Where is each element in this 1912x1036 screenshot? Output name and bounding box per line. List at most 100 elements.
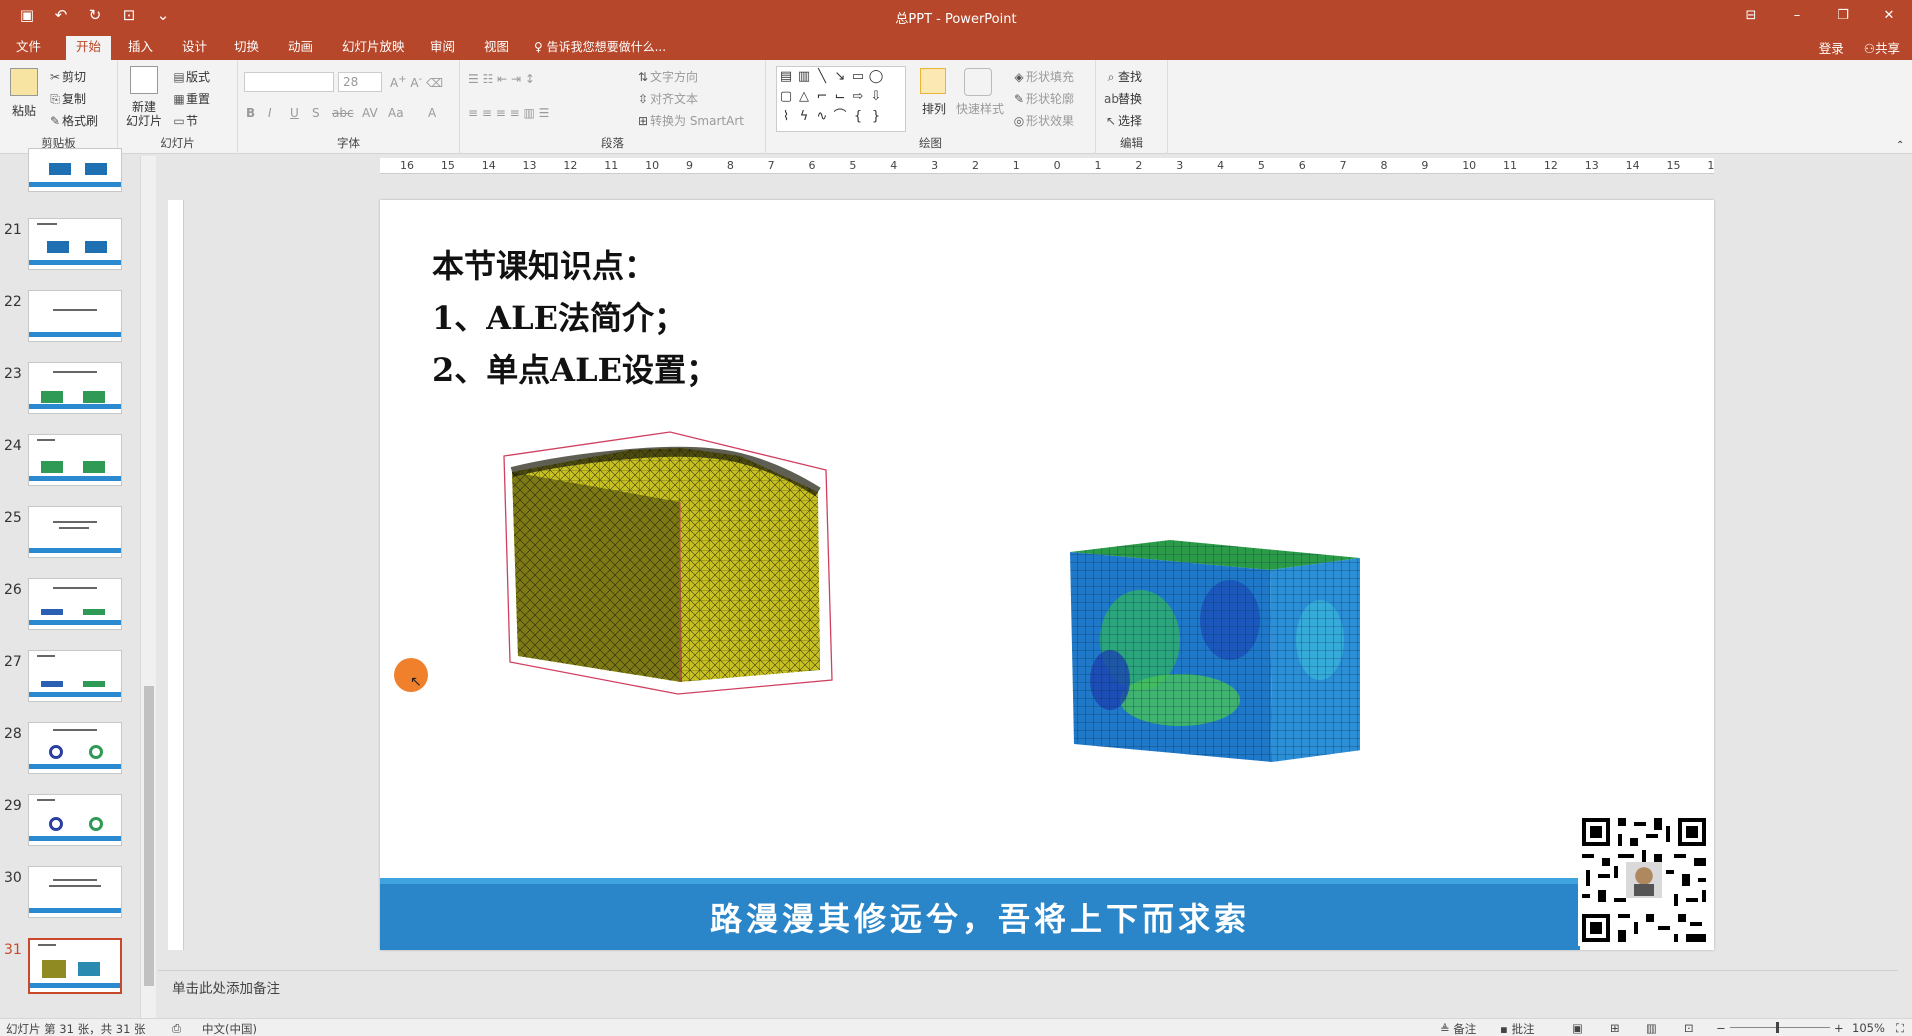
slide-text-box[interactable]: 本节课知识点： 1、ALE法简介； 2、单点ALE设置； xyxy=(432,240,718,396)
slide-canvas[interactable]: 本节课知识点： 1、ALE法简介； 2、单点ALE设置； 路漫漫其修远兮，吾将上… xyxy=(380,200,1714,950)
italic-icon[interactable]: I xyxy=(268,106,272,120)
tab-review[interactable]: 审阅 xyxy=(420,36,465,60)
shapes-gallery[interactable]: ▤ ▥ ╲ ↘ ▭ ◯ ▢ △ ⌐ ⌙ ⇨ ⇩ ⌇ ϟ ∿ ⌒{} xyxy=(776,66,906,132)
thumbnail-slide-30[interactable]: 30 xyxy=(0,866,132,926)
thumbnail-slide-29[interactable]: 29 xyxy=(0,794,132,854)
format-painter-button[interactable]: ✎ 格式刷 xyxy=(48,112,98,129)
slideshow-view-icon[interactable]: ⊡ xyxy=(1684,1021,1694,1035)
align-icons[interactable]: ≡ ≡ ≡ ≡ ▥ ☰ xyxy=(468,106,549,120)
close-icon[interactable]: ✕ xyxy=(1866,0,1912,32)
connector-shape-icon[interactable]: ⌐ xyxy=(813,87,831,107)
reset-button[interactable]: ▦重置 xyxy=(172,90,210,107)
strikethrough-icon[interactable]: abc xyxy=(332,106,354,120)
underline-icon[interactable]: U xyxy=(290,106,299,120)
elbow-shape-icon[interactable]: ⌙ xyxy=(831,87,849,107)
down-arrow-shape-icon[interactable]: ⇩ xyxy=(867,87,885,107)
notes-placeholder[interactable]: 单击此处添加备注 xyxy=(172,977,280,997)
zoom-out-icon[interactable]: − xyxy=(1716,1021,1726,1035)
thumbnail-slide-25[interactable]: 25 xyxy=(0,506,132,566)
comments-toggle-button[interactable]: ▪ 批注 xyxy=(1500,1021,1534,1036)
thumbnail-slide-24[interactable]: 24 xyxy=(0,434,132,494)
rect-shape-icon[interactable]: ▭ xyxy=(849,67,867,87)
thumbnails-scrollbar[interactable] xyxy=(140,156,156,1018)
text-direction-button[interactable]: ⇅ 文字方向 xyxy=(636,68,698,85)
paste-button[interactable]: 粘贴 xyxy=(12,102,36,119)
arc-shape-icon[interactable]: ⌒ xyxy=(831,107,849,127)
shape-fill-button[interactable]: ◈ 形状填充 xyxy=(1012,68,1074,85)
align-text-button[interactable]: ⇳ 对齐文本 xyxy=(636,90,698,107)
arrow-shape-icon[interactable]: ↘ xyxy=(831,67,849,87)
single-point-ale-mesh-image[interactable] xyxy=(1070,530,1360,770)
copy-button[interactable]: ⎘ 复制 xyxy=(48,90,86,107)
ribbon-display-options-icon[interactable]: ⊟ xyxy=(1728,0,1774,32)
minimize-icon[interactable]: – xyxy=(1774,0,1820,32)
quick-styles-icon[interactable] xyxy=(964,68,992,96)
slide-sorter-icon[interactable]: ⊞ xyxy=(1610,1021,1620,1035)
lightning-shape-icon[interactable]: ϟ xyxy=(795,107,813,127)
tab-transitions[interactable]: 切换 xyxy=(224,36,269,60)
char-spacing-icon[interactable]: AV xyxy=(362,106,378,120)
oval-shape-icon[interactable]: ◯ xyxy=(867,67,885,87)
language-indicator[interactable]: 中文(中国) xyxy=(202,1021,257,1036)
right-arrow-shape-icon[interactable]: ⇨ xyxy=(849,87,867,107)
arrange-icon[interactable] xyxy=(920,68,946,94)
shadow-icon[interactable]: S xyxy=(312,106,320,120)
font-color-icon[interactable]: A xyxy=(428,106,436,120)
tab-file[interactable]: 文件 xyxy=(6,36,51,60)
freeform-shape-icon[interactable]: ⌇ xyxy=(777,107,795,127)
tab-animations[interactable]: 动画 xyxy=(278,36,323,60)
section-button[interactable]: ▭节 xyxy=(172,112,198,129)
curve-shape-icon[interactable]: ∿ xyxy=(813,107,831,127)
notes-toggle-button[interactable]: ≜ 备注 xyxy=(1440,1021,1476,1036)
grow-font-icon[interactable]: A+ A- ⌫ xyxy=(390,74,443,90)
zoom-level[interactable]: 105% xyxy=(1852,1021,1885,1035)
find-button[interactable]: ⌕ 查找 xyxy=(1104,68,1142,85)
thumbnail-slide-31[interactable]: 31 xyxy=(0,938,132,998)
scrollbar-thumb[interactable] xyxy=(144,686,154,986)
shape-outline-button[interactable]: ✎ 形状轮廓 xyxy=(1012,90,1074,107)
rounded-rect-shape-icon[interactable]: ▢ xyxy=(777,87,795,107)
thumbnail-slide-27[interactable]: 27 xyxy=(0,650,132,710)
brace-right-shape-icon[interactable]: } xyxy=(867,107,885,127)
smartart-button[interactable]: ⊞ 转换为 SmartArt xyxy=(636,112,744,129)
zoom-slider[interactable] xyxy=(1730,1027,1830,1028)
notes-pane[interactable]: 单击此处添加备注 xyxy=(158,970,1898,1018)
font-size-box[interactable]: 28 xyxy=(338,72,382,92)
thumbnail-slide-23[interactable]: 23 xyxy=(0,362,132,422)
spell-check-icon[interactable]: ⎙ xyxy=(172,1021,181,1036)
login-link[interactable]: 登录 xyxy=(1819,38,1844,57)
shape-effects-button[interactable]: ◎ 形状效果 xyxy=(1012,112,1074,129)
thumbnail-slide-28[interactable]: 28 xyxy=(0,722,132,782)
line-shape-icon[interactable]: ╲ xyxy=(813,67,831,87)
share-button[interactable]: ⚇共享 xyxy=(1864,38,1900,57)
tell-me-box[interactable]: ♀ 告诉我您想要做什么... xyxy=(534,38,666,55)
tab-insert[interactable]: 插入 xyxy=(118,36,163,60)
textbox-v-shape-icon[interactable]: ▥ xyxy=(795,67,813,87)
restore-icon[interactable]: ❐ xyxy=(1820,0,1866,32)
tab-slideshow[interactable]: 幻灯片放映 xyxy=(332,36,415,60)
triangle-shape-icon[interactable]: △ xyxy=(795,87,813,107)
tab-view[interactable]: 视图 xyxy=(474,36,519,60)
arrange-button[interactable]: 排列 xyxy=(922,100,946,117)
brace-left-shape-icon[interactable]: { xyxy=(849,107,867,127)
thumbnail-slide-26[interactable]: 26 xyxy=(0,578,132,638)
zoom-slider-knob[interactable] xyxy=(1776,1022,1779,1033)
normal-view-icon[interactable]: ▣ xyxy=(1572,1021,1583,1035)
cut-button[interactable]: ✂ 剪切 xyxy=(48,68,86,85)
ale-mesh-image[interactable] xyxy=(500,420,880,700)
collapse-ribbon-icon[interactable]: ⌃ xyxy=(1896,140,1904,151)
new-slide-button[interactable]: 新建 幻灯片 xyxy=(126,100,162,128)
change-case-icon[interactable]: Aa xyxy=(388,106,404,120)
zoom-in-icon[interactable]: + xyxy=(1834,1021,1844,1035)
fit-to-window-icon[interactable]: ⛶ xyxy=(1896,1021,1904,1036)
tab-home[interactable]: 开始 xyxy=(66,36,112,60)
thumbnail-slide-21[interactable]: 21 xyxy=(0,218,132,278)
thumbnail-slide-22[interactable]: 22 xyxy=(0,290,132,350)
replace-button[interactable]: ab替换 xyxy=(1104,90,1142,107)
new-slide-icon[interactable] xyxy=(130,66,158,94)
paste-icon[interactable] xyxy=(10,68,38,96)
font-name-box[interactable] xyxy=(244,72,334,92)
bullets-icon[interactable]: ☰ ☷ ⇤ ⇥ ↕ xyxy=(468,72,535,86)
bold-icon[interactable]: B xyxy=(246,106,255,120)
reading-view-icon[interactable]: ▥ xyxy=(1646,1021,1657,1035)
